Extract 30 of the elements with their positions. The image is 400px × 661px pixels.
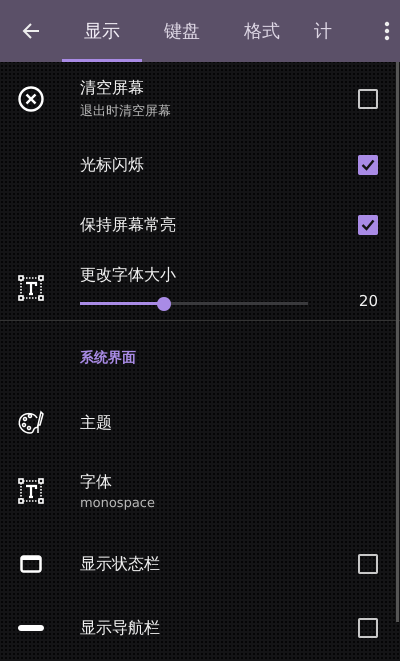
tab[interactable]: 显示	[62, 0, 142, 62]
setting-title: 更改字体大小	[80, 264, 177, 286]
setting-title: 字体	[80, 472, 113, 492]
setting-title: 显示状态栏	[80, 554, 161, 574]
setting-title: 光标闪烁	[80, 154, 145, 176]
setting-subtitle: monospace	[80, 496, 156, 510]
window-icon	[20, 555, 42, 573]
setting-subtitle: 退出时清空屏幕	[80, 102, 172, 120]
tab[interactable]: 计	[302, 0, 374, 62]
slider-thumb[interactable]	[157, 296, 172, 310]
checkbox[interactable]	[358, 554, 378, 574]
tab[interactable]: 格式	[222, 0, 302, 62]
setting-title: 主题	[80, 412, 113, 434]
slider-value: 20	[358, 292, 378, 310]
bar-icon	[18, 625, 44, 631]
back-arrow-icon	[22, 22, 40, 40]
setting-title: 保持屏幕常亮	[80, 214, 177, 236]
checkbox[interactable]	[358, 88, 378, 108]
checkbox[interactable]	[358, 215, 378, 235]
setting-title: 清空屏幕	[80, 78, 145, 98]
clear-icon	[17, 84, 45, 112]
checkbox[interactable]	[358, 618, 378, 638]
text-box-icon	[17, 274, 45, 302]
slider-track[interactable]	[80, 296, 308, 310]
more-icon	[384, 21, 390, 41]
text-box-icon	[17, 477, 45, 505]
checkbox[interactable]	[358, 155, 378, 175]
tab[interactable]: 键盘	[142, 0, 222, 62]
section-header: 系统界面	[80, 348, 136, 366]
setting-title: 显示导航栏	[80, 618, 161, 638]
